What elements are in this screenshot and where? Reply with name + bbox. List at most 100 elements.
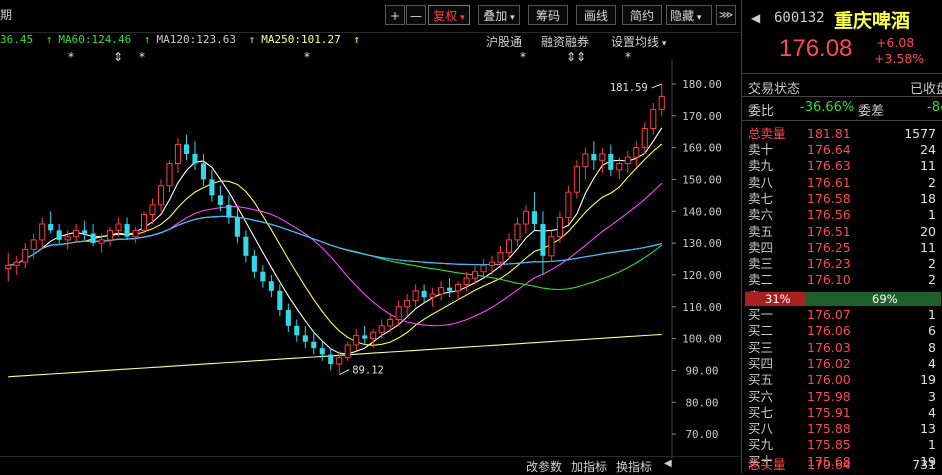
buy-row[interactable]: 买七 175.91 4 [745,405,942,420]
candle-body [497,252,504,263]
buy-level-label: 买三 [748,339,774,355]
candle-body [209,179,215,196]
sell-volume: 18 [920,190,936,206]
candle-body [311,341,317,349]
status-label: 交易状态 [748,82,801,97]
candle-body [226,204,232,218]
candle-body [157,185,165,206]
total-buy-volume: 731 [912,457,936,472]
buy-row[interactable]: 买二 176.06 6 [745,323,942,338]
candle-body [234,217,240,237]
sell-volume: 1 [928,207,936,223]
candle-body [124,223,130,237]
candle-body [277,290,283,310]
back-arrow-icon[interactable]: ◀ [751,11,760,25]
ma-setting-button[interactable]: 设置均线 ▾ [611,33,666,50]
sell-level-label: 卖八 [748,174,774,190]
more-button[interactable]: ⋙ [716,5,736,25]
buy-row[interactable]: 买八 175.88 13 [745,421,942,436]
y-tick-label: 120.00 [682,269,722,282]
switch-indicator-button[interactable]: 换指标 [616,458,652,475]
buy-row[interactable]: 买九 175.85 1 [745,437,942,452]
sell-row[interactable]: 卖九 176.63 11 [745,158,942,173]
zoom-out-button[interactable]: — [406,5,426,25]
add-indicator-button[interactable]: 加指标 [571,458,607,475]
buy-volume: 1 [928,437,936,453]
sell-row[interactable]: 卖七 176.58 18 [745,191,942,206]
chips-button[interactable]: 筹码 [528,5,568,25]
sell-row[interactable]: 卖十 176.64 24 [745,142,942,157]
candle-body [633,147,640,158]
buy-volume: 1 [928,307,936,322]
hgt-button[interactable]: 沪股通 [486,33,522,50]
overlay-button[interactable]: 叠加 ▾ [478,5,520,25]
change-param-button[interactable]: 改参数 [526,458,562,475]
candle-body [149,204,156,215]
candle-body [514,223,521,241]
candle-body [353,334,360,346]
sell-level-label: 卖六 [748,207,774,223]
sell-price: 176.58 [807,190,851,206]
buy-row[interactable]: 买五 176.00 19 [745,372,942,387]
candle-body [565,191,572,219]
sell-price: 176.61 [807,174,851,190]
candle-body [378,325,385,333]
zoom-in-button[interactable]: + [385,5,405,25]
sell-row[interactable]: 卖六 176.56 1 [745,207,942,222]
buy-row[interactable]: 买四 176.02 4 [745,356,942,371]
sell-price: 176.56 [807,207,851,223]
candle-body [98,239,105,244]
buy-row[interactable]: 买一 176.07 1 [745,307,942,322]
buy-volume: 13 [920,421,936,437]
sell-volume: 2 [928,256,936,272]
sell-level-label: 卖二 [748,272,774,288]
ratio-bar: 31% 69% [745,292,941,306]
candle-body [488,261,496,266]
divider [742,96,942,97]
candle-body [480,264,487,273]
sell-row[interactable]: 卖三 176.23 2 [745,256,942,271]
y-tick-label: 70.00 [685,428,718,441]
sell-level-label: 卖三 [748,256,774,272]
candle-body [548,236,555,257]
overlay-label: 叠加 [483,9,508,23]
simple-button[interactable]: 简约 [622,5,662,25]
candle-body [447,287,453,291]
buy-row[interactable]: 买三 176.03 8 [745,340,942,355]
ma-first-value: 36.45 ↑ [0,33,53,46]
chevron-down-icon: ▾ [457,13,465,23]
candlestick-chart[interactable]: 180.00 170.00 160.00 150.00 140.00 130.00 120.… [0,60,740,458]
buy-price: 176.02 [807,355,851,371]
hide-button[interactable]: 隐藏 ▾ [666,5,712,25]
weibi-label: 委比 [748,104,775,119]
ma120-value: MA120:123.63 ↑ [156,33,256,46]
sell-row[interactable]: 卖二 176.10 2 [745,272,942,287]
sell-row[interactable]: 卖四 176.25 11 [745,240,942,255]
candle-body [616,163,623,171]
ma10-line [8,143,663,346]
buy-price: 176.07 [807,307,851,322]
buy-price: 175.85 [807,437,851,453]
period-label[interactable]: 期 [0,6,12,23]
candle-body [285,309,291,326]
sell-row[interactable]: 卖八 176.61 2 [745,175,942,190]
buy-price: 175.88 [807,421,851,437]
ma-legend: 36.45 ↑ MA60:124.46 ↑ MA120:123.63 ↑ MA250:… [0,33,366,49]
candle-body [404,299,411,308]
buy-level-label: 买八 [748,421,774,437]
buy-row[interactable]: 买六 175.98 3 [745,389,942,404]
buy-level-label: 买一 [748,307,774,322]
divider [742,120,942,121]
drawline-button[interactable]: 画线 [576,5,616,25]
adjust-button[interactable]: 复权 ▾ [428,5,470,25]
scroll-left-icon[interactable]: ◀ [664,458,672,469]
candle-body [463,277,470,285]
candle-body [73,229,80,238]
sell-row[interactable]: 卖五 176.51 20 [745,224,942,239]
candle-body [412,290,419,301]
chevron-down-icon: ▾ [694,13,702,23]
adjust-label: 复权 [433,9,458,23]
price-change-pct: +3.58% [874,51,925,66]
margin-trading-button[interactable]: 融资融券 [541,33,589,50]
buy-price: 176.03 [807,339,851,355]
